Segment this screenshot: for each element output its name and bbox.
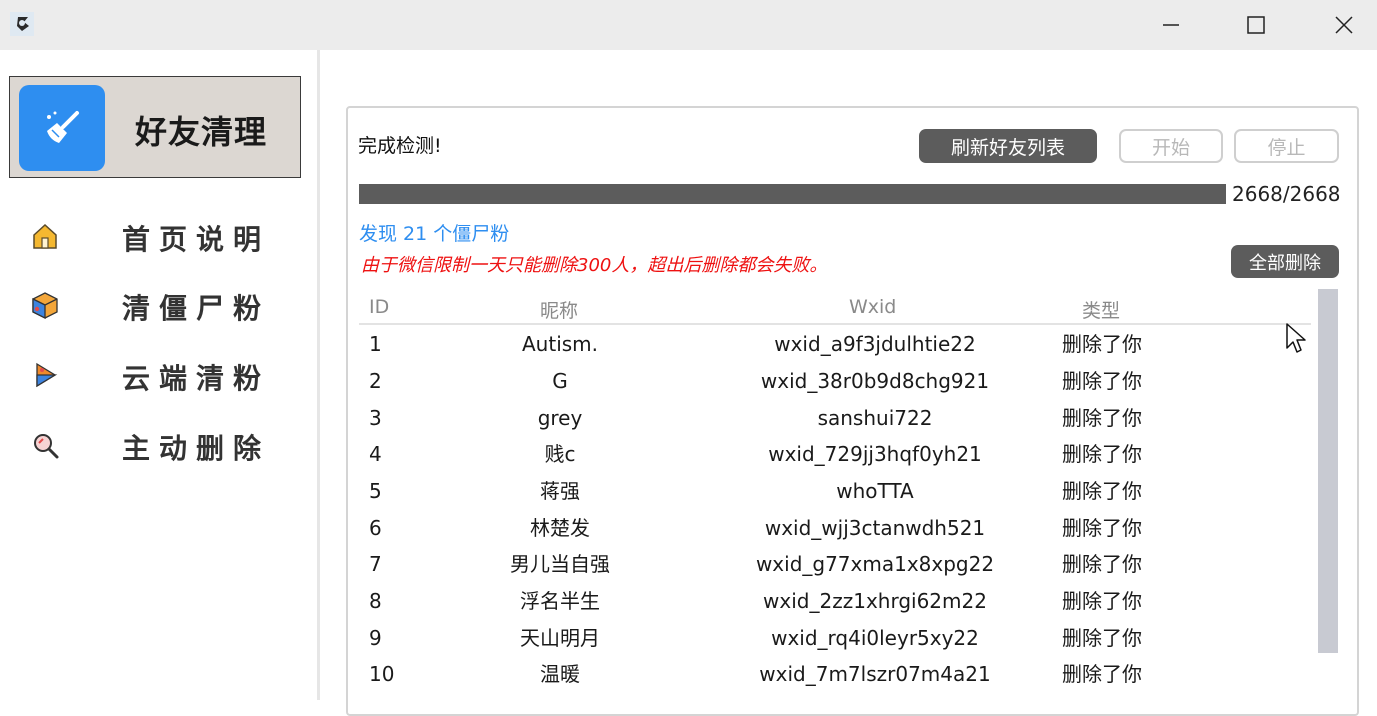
found-count-text: 发现 21 个僵尸粉 [359, 223, 510, 245]
table-row[interactable]: 4 贱c wxid_729jj3hqf0yh21 删除了你 [359, 436, 1311, 472]
cell-id: 5 [369, 479, 382, 503]
nav-item-home[interactable]: 首页说明 [0, 208, 317, 262]
cell-type-text: 删除了你 [1062, 662, 1142, 686]
cell-nickname-text: 天山明月 [520, 626, 600, 650]
cell-type-text: 删除了你 [1062, 552, 1142, 576]
table-row[interactable]: 7 男儿当自强 wxid_g77xma1x8xpg22 删除了你 [359, 546, 1311, 582]
cell-id: 8 [369, 589, 382, 613]
cell-type-text: 删除了你 [1062, 516, 1142, 540]
cell-wxid-text: whoTTA [836, 479, 914, 503]
sidebar-divider [317, 50, 320, 700]
nav-label-active-delete: 主动删除 [122, 432, 271, 465]
table-row[interactable]: 3 grey sanshui722 删除了你 [359, 400, 1311, 436]
cell-id: 9 [369, 626, 382, 650]
column-header-wxid[interactable]: Wxid [849, 296, 896, 318]
cell-id: 6 [369, 516, 382, 540]
play-icon [36, 362, 58, 388]
cell-nickname-text: Autism. [521, 332, 599, 356]
cell-wxid-text: wxid_729jj3hqf0yh21 [768, 442, 982, 466]
cell-nickname-text: grey [537, 406, 583, 430]
cell-nickname-text: 浮名半生 [520, 589, 600, 613]
cell-nickname-text: 蒋强 [540, 479, 580, 503]
cell-nickname-text: 林楚发 [530, 516, 590, 540]
app-icon [10, 12, 34, 36]
close-button[interactable] [1321, 0, 1367, 50]
table-scrollbar[interactable] [1318, 289, 1338, 653]
nav-item-cloud-clean[interactable]: 云端清粉 [0, 347, 317, 401]
table-row[interactable]: 2 G wxid_38r0b9d8chg921 删除了你 [359, 363, 1311, 399]
cube-icon [32, 292, 58, 320]
stop-button[interactable]: 停止 [1234, 129, 1339, 163]
table-row[interactable]: 1 Autism. wxid_a9f3jdulhtie22 删除了你 [359, 326, 1311, 362]
mouse-cursor-icon [1286, 323, 1306, 353]
cell-wxid-text: wxid_wjj3ctanwdh521 [764, 516, 986, 540]
title-bar [0, 0, 1377, 50]
nav-label-zombie-clean: 清僵尸粉 [122, 292, 271, 325]
progress-bar [359, 184, 1226, 204]
cell-type-text: 删除了你 [1062, 332, 1142, 356]
column-header-type[interactable]: 类型 [1082, 296, 1120, 323]
table-row[interactable]: 6 林楚发 wxid_wjj3ctanwdh521 删除了你 [359, 510, 1311, 546]
table-row[interactable]: 9 天山明月 wxid_rq4i0leyr5xy22 删除了你 [359, 620, 1311, 656]
nav-label-cloud-clean: 云端清粉 [122, 362, 271, 395]
status-text: 完成检测! [358, 135, 442, 157]
cell-id: 4 [369, 442, 382, 466]
cell-type-text: 删除了你 [1062, 626, 1142, 650]
cell-nickname-text: 贱c [544, 442, 576, 466]
close-icon [1335, 16, 1353, 34]
cell-wxid-text: wxid_2zz1xhrgi62m22 [763, 589, 987, 613]
start-button[interactable]: 开始 [1119, 129, 1223, 163]
cell-wxid-text: wxid_rq4i0leyr5xy22 [771, 626, 979, 650]
cell-type-text: 删除了你 [1062, 369, 1142, 393]
cell-type-text: 删除了你 [1062, 442, 1142, 466]
progress-fill [359, 184, 1226, 204]
cell-id: 10 [369, 662, 395, 686]
cell-id: 1 [369, 332, 382, 356]
table-row[interactable]: 10 温暖 wxid_7m7lszr07m4a21 删除了你 [359, 656, 1311, 692]
nav-item-active-delete[interactable]: 主动删除 [0, 417, 317, 471]
brand-tile [19, 85, 105, 171]
cell-nickname-text: G [552, 369, 568, 393]
cell-wxid-text: wxid_g77xma1x8xpg22 [755, 552, 995, 576]
progress-text: 2668/2668 [1232, 182, 1341, 206]
column-header-id[interactable]: ID [369, 296, 389, 318]
maximize-button[interactable] [1233, 0, 1279, 50]
column-header-nickname[interactable]: 昵称 [540, 296, 578, 323]
cell-wxid-text: wxid_7m7lszr07m4a21 [759, 662, 991, 686]
cell-nickname-text: 男儿当自强 [510, 552, 610, 576]
table-row[interactable]: 5 蒋强 whoTTA 删除了你 [359, 473, 1311, 509]
home-icon [33, 223, 57, 249]
delete-all-button[interactable]: 全部删除 [1231, 245, 1339, 278]
cell-nickname-text: 温暖 [540, 662, 580, 686]
cell-type-text: 删除了你 [1062, 479, 1142, 503]
minimize-button[interactable] [1148, 0, 1194, 50]
nav-label-home: 首页说明 [122, 223, 271, 256]
search-icon [34, 434, 59, 459]
cell-type-text: 删除了你 [1062, 589, 1142, 613]
cell-wxid-text: wxid_38r0b9d8chg921 [760, 369, 990, 393]
cell-wxid-text: sanshui722 [817, 406, 933, 430]
cell-id: 3 [369, 406, 382, 430]
cell-id: 7 [369, 552, 382, 576]
maximize-icon [1247, 16, 1265, 34]
cell-wxid-text: wxid_a9f3jdulhtie22 [774, 332, 976, 356]
broom-icon [47, 111, 79, 143]
sidebar: 好友清理 首页说明 清僵尸粉 云端清粉 主动删除 [0, 50, 317, 700]
cell-type-text: 删除了你 [1062, 406, 1142, 430]
brand-title: 好友清理 [135, 113, 268, 151]
cell-id: 2 [369, 369, 382, 393]
brand-header[interactable]: 好友清理 [9, 76, 301, 178]
header-divider [359, 323, 1311, 325]
nav-item-zombie-clean[interactable]: 清僵尸粉 [0, 277, 317, 331]
warning-text: 由于微信限制一天只能删除300人，超出后删除都会失败。 [361, 255, 828, 276]
table-row[interactable]: 8 浮名半生 wxid_2zz1xhrgi62m22 删除了你 [359, 583, 1311, 619]
minimize-icon [1163, 24, 1179, 26]
refresh-friends-button[interactable]: 刷新好友列表 [919, 129, 1097, 163]
